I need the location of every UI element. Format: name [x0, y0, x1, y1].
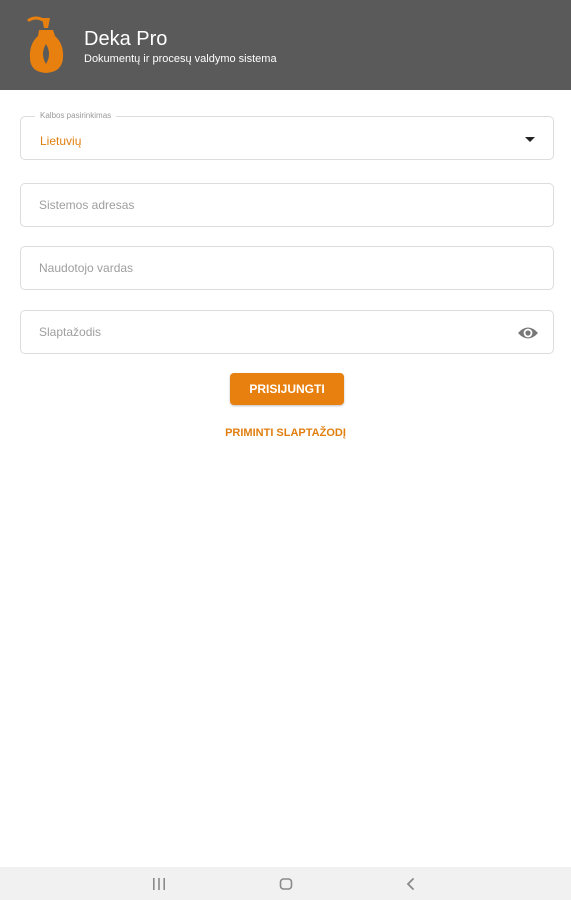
language-select-label: Kalbos pasirinkimas	[35, 111, 117, 121]
app-title: Deka Pro	[84, 28, 168, 50]
eye-icon[interactable]	[517, 323, 539, 343]
back-icon[interactable]	[405, 877, 417, 891]
system-nav-bar	[0, 867, 571, 900]
system-address-field-wrapper	[20, 183, 554, 227]
app-header: Deka Pro Dokumentų ir procesų valdymo si…	[0, 0, 571, 90]
login-button[interactable]: PRISIJUNGTI	[230, 373, 344, 405]
recent-apps-icon[interactable]	[152, 878, 166, 890]
bottle-logo-icon	[27, 16, 64, 73]
username-field-wrapper	[20, 246, 554, 290]
password-field[interactable]	[21, 311, 553, 353]
language-select[interactable]: Kalbos pasirinkimas Lietuvių	[20, 111, 554, 160]
home-icon[interactable]	[279, 877, 293, 891]
dropdown-arrow-icon[interactable]	[525, 137, 535, 142]
password-field-wrapper	[20, 310, 554, 354]
username-field[interactable]	[21, 247, 553, 289]
system-address-field[interactable]	[21, 184, 553, 226]
language-select-value: Lietuvių	[40, 134, 82, 148]
header-text: Deka Pro Dokumentų ir procesų valdymo si…	[84, 28, 277, 66]
app-subtitle: Dokumentų ir procesų valdymo sistema	[84, 53, 277, 65]
remind-password-link[interactable]: PRIMINTI SLAPTAŽODĮ	[0, 427, 571, 439]
